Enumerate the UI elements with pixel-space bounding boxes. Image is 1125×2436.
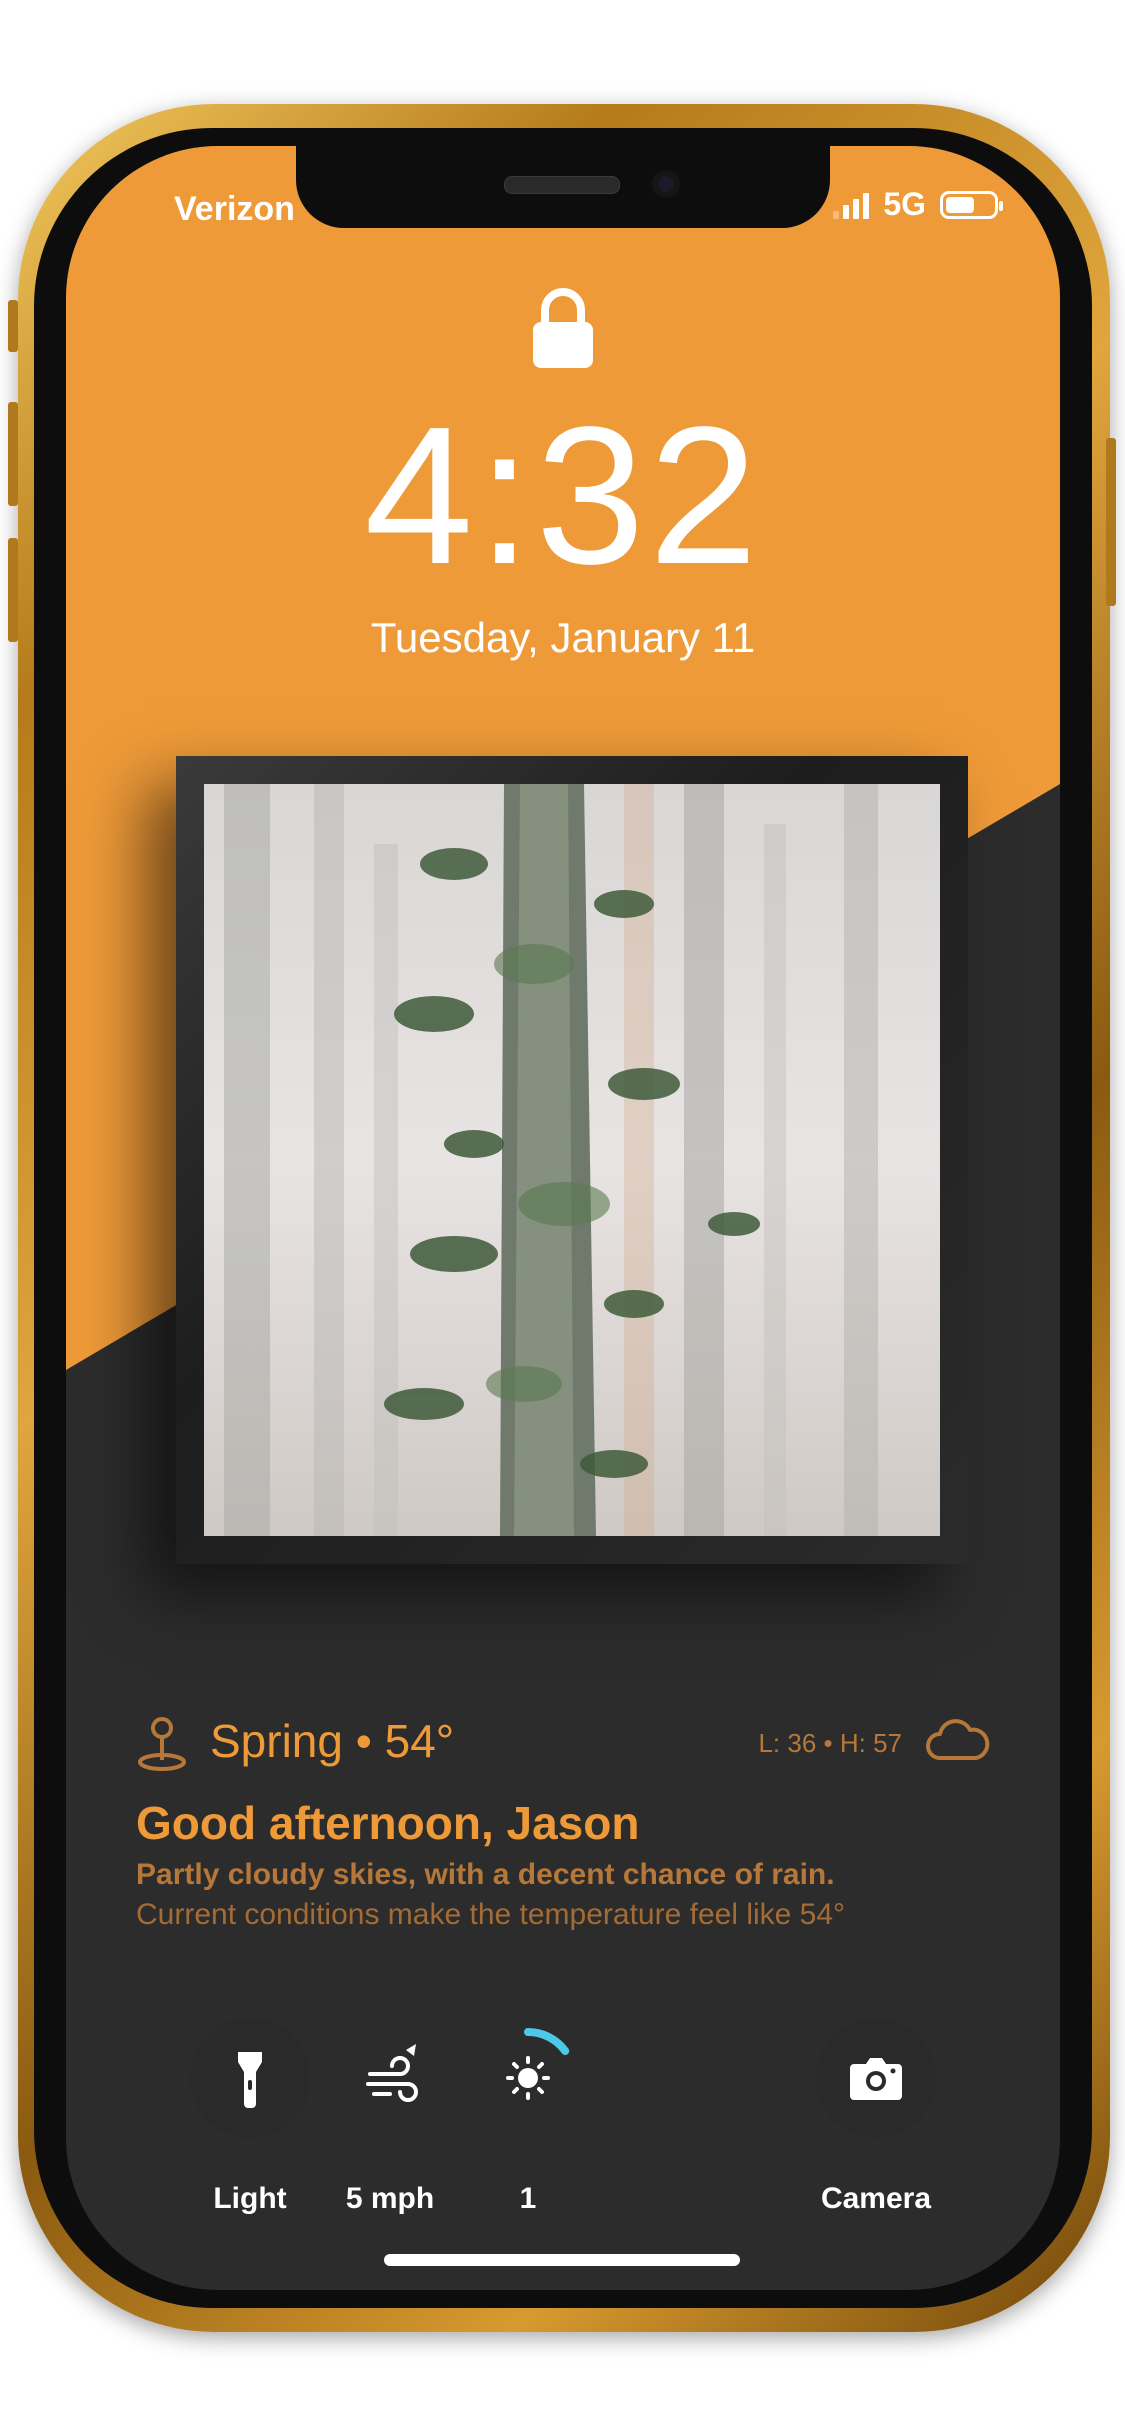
- lock-icon: [533, 288, 593, 368]
- power-button: [1106, 438, 1116, 606]
- lock-screen: Verizon 5G 4:32 Tuesday, January 11 Spri…: [66, 146, 1060, 2290]
- status-right: 5G: [833, 186, 1003, 223]
- signal-icon: [833, 191, 870, 219]
- earpiece-speaker: [504, 176, 620, 194]
- network-label: 5G: [883, 186, 926, 222]
- weather-greeting: Good afternoon, Jason: [136, 1797, 640, 1849]
- wind-icon: [366, 2044, 418, 2102]
- carrier-label: Verizon: [174, 190, 295, 228]
- uv-index-widget[interactable]: [468, 2018, 588, 2138]
- lock-time: 4:32: [364, 386, 762, 605]
- sun-icon: [506, 2028, 570, 2100]
- wind-widget[interactable]: [330, 2018, 450, 2138]
- notch: [296, 146, 830, 228]
- lock-date: Tuesday, January 11: [370, 614, 756, 661]
- weather-location: Spring • 54°: [210, 1715, 455, 1767]
- flashlight-icon: [238, 2052, 262, 2108]
- weather-low-high: L: 36 • H: 57: [758, 1728, 902, 1758]
- weather-row: Spring • 54° L: 36 • H: 57: [136, 1712, 990, 1772]
- front-camera: [652, 170, 680, 198]
- battery-level: [946, 196, 974, 213]
- photo-widget[interactable]: [176, 756, 968, 1564]
- weather-detail: Current conditions make the temperature …: [136, 1898, 846, 1931]
- flashlight-button[interactable]: [190, 2018, 310, 2138]
- battery-icon: [940, 190, 1003, 219]
- volume-down-button: [8, 538, 18, 642]
- camera-label: Camera: [820, 2182, 932, 2215]
- cloud-icon: [926, 1719, 990, 1760]
- silent-switch: [8, 300, 18, 352]
- volume-up-button: [8, 402, 18, 506]
- uv-index-label: 1: [519, 2182, 537, 2215]
- location-pin-icon: [138, 1717, 186, 1771]
- home-indicator[interactable]: [384, 2254, 740, 2266]
- camera-icon: [850, 2058, 902, 2100]
- camera-button[interactable]: [816, 2018, 936, 2138]
- forest-photo: [204, 784, 940, 1536]
- weather-summary: Partly cloudy skies, with a decent chanc…: [136, 1858, 835, 1891]
